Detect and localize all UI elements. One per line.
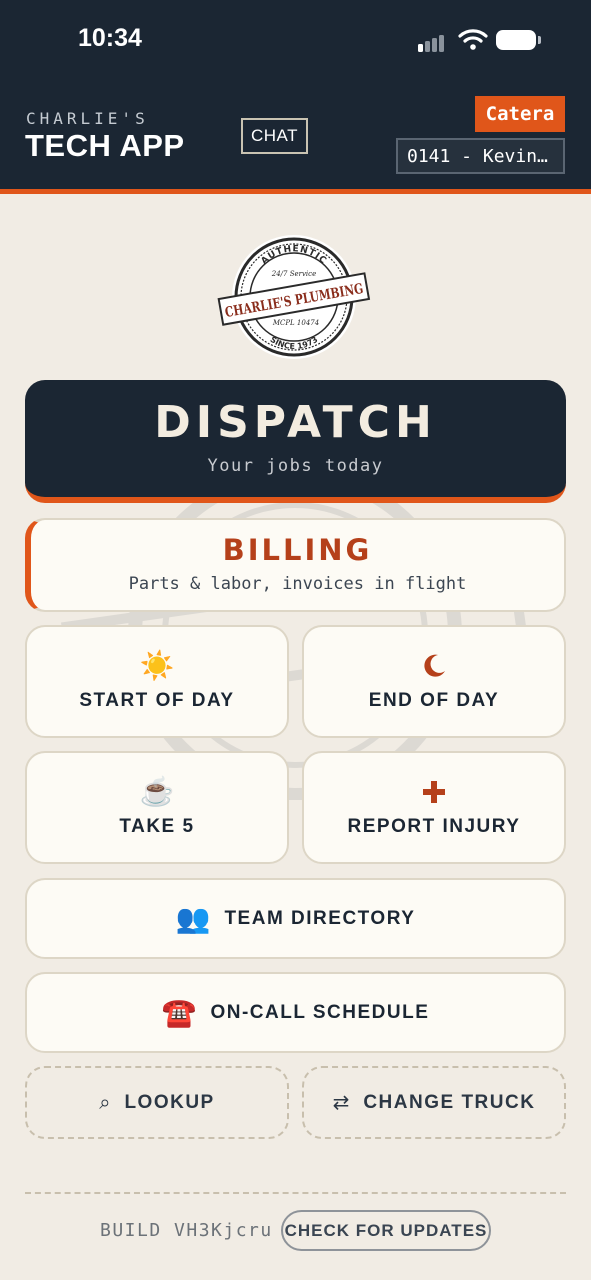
billing-subtitle: Parts & labor, invoices in flight — [128, 574, 467, 594]
billing-button[interactable]: BILLING Parts & labor, invoices in fligh… — [25, 518, 566, 612]
logo-license-text: MCPL 10474 — [272, 319, 319, 327]
technician-select[interactable]: 0141 - Kevin… — [396, 138, 565, 174]
report-injury-label: REPORT INJURY — [347, 816, 521, 837]
catera-button[interactable]: Catera — [475, 96, 565, 132]
on-call-schedule-label: ON-CALL SCHEDULE — [210, 1001, 430, 1023]
build-version: BUILD VH3Kjcru — [100, 1220, 273, 1241]
wifi-icon — [458, 29, 488, 50]
team-directory-button[interactable]: 👥 TEAM DIRECTORY — [25, 878, 566, 959]
brand-subtitle: CHARLIE'S — [26, 109, 149, 128]
report-injury-button[interactable]: REPORT INJURY — [302, 751, 566, 864]
lookup-button[interactable]: ⌕ LOOKUP — [25, 1066, 289, 1139]
team-directory-label: TEAM DIRECTORY — [224, 907, 416, 929]
on-call-schedule-button[interactable]: ☎️ ON-CALL SCHEDULE — [25, 972, 566, 1053]
change-truck-label: CHANGE TRUCK — [363, 1091, 536, 1113]
take-5-label: TAKE 5 — [119, 816, 195, 837]
people-icon: 👥 — [175, 902, 211, 934]
lookup-label: LOOKUP — [124, 1091, 215, 1113]
sun-icon: ☀️ — [139, 650, 175, 681]
battery-icon — [496, 30, 536, 50]
dispatch-button[interactable]: DISPATCH Your jobs today — [25, 380, 566, 503]
telephone-icon: ☎️ — [161, 996, 197, 1028]
check-for-updates-button[interactable]: CHECK FOR UPDATES — [281, 1210, 491, 1251]
charlies-plumbing-logo: AUTHENTIC 24/7 Service CHARLIE'S PLUMBIN… — [217, 235, 371, 359]
moon-icon — [420, 651, 448, 681]
brand-title: TECH APP — [25, 128, 185, 163]
logo-service-text: 24/7 Service — [271, 270, 317, 278]
dispatch-title: DISPATCH — [154, 397, 437, 448]
change-truck-button[interactable]: ⇄ CHANGE TRUCK — [302, 1066, 566, 1139]
start-of-day-label: START OF DAY — [79, 690, 235, 711]
plus-icon — [421, 777, 447, 807]
chat-button[interactable]: CHAT — [241, 118, 308, 154]
end-of-day-button[interactable]: END OF DAY — [302, 625, 566, 738]
dispatch-subtitle: Your jobs today — [207, 456, 384, 476]
status-icons — [418, 28, 542, 52]
status-time: 10:34 — [78, 24, 142, 52]
billing-title: BILLING — [222, 533, 373, 567]
start-of-day-button[interactable]: ☀️ START OF DAY — [25, 625, 289, 738]
coffee-icon: ☕ — [139, 776, 175, 807]
app-header: 10:34 CHARLIE'S TECH APP CHAT Catera 014… — [0, 0, 591, 194]
take-5-button[interactable]: ☕ TAKE 5 — [25, 751, 289, 864]
swap-arrows-icon: ⇄ — [332, 1091, 350, 1114]
end-of-day-label: END OF DAY — [368, 690, 500, 711]
search-icon: ⌕ — [99, 1091, 111, 1114]
footer-divider — [25, 1192, 566, 1194]
